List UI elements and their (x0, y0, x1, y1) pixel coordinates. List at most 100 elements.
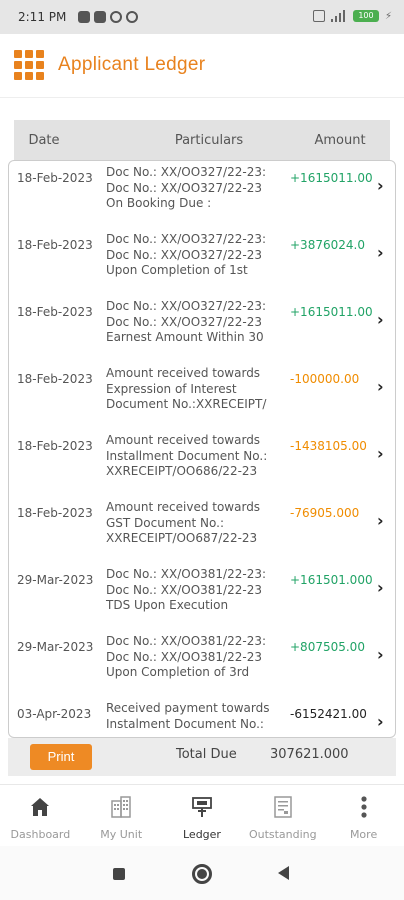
particulars-line: Doc No.: XX/OO327/22-23 (106, 247, 262, 262)
signal-icon (330, 10, 347, 22)
row-amount: +3876024.0 (290, 238, 365, 252)
particulars-line: Received payment towards (106, 701, 270, 715)
particulars-line: Amount received towards (106, 366, 261, 380)
particulars-line: Doc No.: XX/OO381/22-23: (106, 567, 267, 581)
chevron-right-icon[interactable]: › (377, 176, 384, 195)
ledger-icon (192, 797, 212, 817)
status-system-icons: 100 ⚡ (312, 10, 392, 22)
row-amount: -76905.000 (290, 506, 360, 520)
total-due-bar: Print Total Due 307621.000 (8, 738, 396, 776)
table-row[interactable]: 18-Feb-2023 Doc No.: XX/OO327/22-23: Doc… (9, 295, 395, 362)
chevron-right-icon[interactable]: › (377, 511, 384, 530)
particulars-line: Amount received towards (106, 433, 261, 447)
particulars-line: Instalment Document No.: (106, 716, 264, 731)
row-particulars: Amount received towards Expression of In… (106, 366, 278, 413)
nav-outstanding[interactable]: Outstanding (242, 785, 323, 846)
row-date: 18-Feb-2023 (17, 305, 93, 319)
chevron-right-icon[interactable]: › (377, 243, 384, 262)
total-due-label: Total Due (176, 747, 237, 762)
nav-label: Ledger (183, 828, 221, 841)
row-particulars: Doc No.: XX/OO381/22-23: Doc No.: XX/OO3… (106, 567, 278, 614)
particulars-line: Upon Completion of 1st (106, 263, 248, 277)
particulars-line: On Booking Due : (106, 196, 212, 210)
chevron-right-icon[interactable]: › (377, 444, 384, 463)
page-title: Applicant Ledger (58, 54, 206, 75)
status-notification-icons (78, 11, 138, 23)
row-amount: +1615011.00 (290, 171, 373, 185)
particulars-line: Expression of Interest (106, 381, 237, 396)
cast-icon (312, 10, 325, 22)
nav-label: More (349, 828, 378, 841)
nav-label: Outstanding (248, 828, 317, 841)
status-time: 2:11 PM (18, 10, 67, 24)
table-row[interactable]: 03-Apr-2023 Received payment towards Ins… (9, 697, 395, 737)
chevron-right-icon[interactable]: › (377, 377, 384, 396)
nav-more[interactable]: More (323, 785, 404, 846)
row-date: 18-Feb-2023 (17, 506, 93, 520)
particulars-line: GST Document No.: (106, 515, 225, 530)
back-icon[interactable] (278, 866, 289, 880)
ledger-table-header: Date Particulars Amount (14, 120, 390, 160)
row-date: 18-Feb-2023 (17, 238, 93, 252)
nav-label: My Unit (100, 828, 143, 841)
row-particulars: Doc No.: XX/OO381/22-23: Doc No.: XX/OO3… (106, 634, 278, 681)
chevron-right-icon[interactable]: › (377, 310, 384, 329)
table-row[interactable]: 18-Feb-2023 Amount received towards Inst… (9, 429, 395, 496)
charging-icon: ⚡ (384, 10, 392, 22)
particulars-line: Doc No.: XX/OO327/22-23: (106, 299, 267, 313)
vpn-icon (126, 11, 138, 23)
table-row[interactable]: 29-Mar-2023 Doc No.: XX/OO381/22-23: Doc… (9, 630, 395, 697)
particulars-line: Doc No.: XX/OO327/22-23 (106, 180, 262, 195)
row-date: 18-Feb-2023 (17, 171, 93, 185)
bottom-nav: Dashboard My Unit Ledger Outstanding Mor… (0, 784, 404, 846)
chevron-right-icon[interactable]: › (377, 578, 384, 597)
row-amount: -100000.00 (290, 372, 360, 386)
building-icon (111, 796, 131, 818)
ledger-rows[interactable]: 18-Feb-2023 Doc No.: XX/OO327/22-23: Doc… (8, 160, 396, 738)
table-row[interactable]: 18-Feb-2023 Amount received towards GST … (9, 496, 395, 563)
total-due-value: 307621.000 (270, 747, 349, 762)
particulars-line: Earnest Amount Within 30 (106, 330, 264, 344)
chevron-right-icon[interactable]: › (377, 712, 384, 731)
particulars-line: XXRECEIPT/OO686/22-23 (106, 464, 258, 478)
print-button[interactable]: Print (30, 744, 92, 770)
table-row[interactable]: 18-Feb-2023 Doc No.: XX/OO327/22-23: Doc… (9, 228, 395, 295)
particulars-line: Doc No.: XX/OO327/22-23 (106, 314, 262, 329)
system-nav-bar (0, 846, 404, 900)
row-amount: -1438105.00 (290, 439, 367, 453)
row-particulars: Doc No.: XX/OO327/22-23: Doc No.: XX/OO3… (106, 232, 278, 279)
particulars-line: XXRECEIPT/OO687/22-23 (106, 531, 258, 545)
column-header-amount: Amount (314, 132, 366, 148)
chevron-right-icon[interactable]: › (377, 645, 384, 664)
home-circle-icon[interactable] (192, 864, 212, 884)
row-date: 18-Feb-2023 (17, 439, 93, 453)
row-amount: +807505.00 (290, 640, 365, 654)
particulars-line: Doc No.: XX/OO327/22-23: (106, 232, 267, 246)
particulars-line: Doc No.: XX/OO327/22-23: (106, 165, 267, 179)
table-row[interactable]: 29-Mar-2023 Doc No.: XX/OO381/22-23: Doc… (9, 563, 395, 630)
table-row[interactable]: 18-Feb-2023 Amount received towards Expr… (9, 362, 395, 429)
row-particulars: Doc No.: XX/OO327/22-23: Doc No.: XX/OO3… (106, 299, 278, 346)
particulars-line: Upon Completion of 3rd (106, 665, 250, 679)
row-particulars: Amount received towards Installment Docu… (106, 433, 278, 480)
particulars-line: Installment Document No.: (106, 448, 268, 463)
particulars-line: TDS Upon Execution (106, 598, 229, 612)
nav-label: Dashboard (10, 828, 71, 841)
particulars-line: Document No.:XXRECEIPT/ (106, 397, 267, 411)
particulars-line: Amount received towards (106, 500, 261, 514)
particulars-line: Doc No.: XX/OO381/22-23 (106, 582, 262, 597)
table-row[interactable]: 18-Feb-2023 Doc No.: XX/OO327/22-23: Doc… (9, 161, 395, 228)
column-header-particulars: Particulars (174, 132, 244, 148)
row-date: 29-Mar-2023 (17, 573, 94, 587)
particulars-line: Doc No.: XX/OO381/22-23 (106, 649, 262, 664)
row-particulars: Received payment towards Instalment Docu… (106, 701, 278, 732)
row-amount: -6152421.00 (290, 707, 367, 721)
row-date: 03-Apr-2023 (17, 707, 92, 721)
column-header-date: Date (28, 132, 60, 148)
nav-my-unit[interactable]: My Unit (81, 785, 162, 846)
nav-dashboard[interactable]: Dashboard (0, 785, 81, 846)
grid-menu-icon[interactable] (14, 50, 44, 80)
row-amount: +161501.000 (290, 573, 373, 587)
nav-ledger[interactable]: Ledger (162, 785, 243, 846)
recents-icon[interactable] (113, 868, 125, 880)
